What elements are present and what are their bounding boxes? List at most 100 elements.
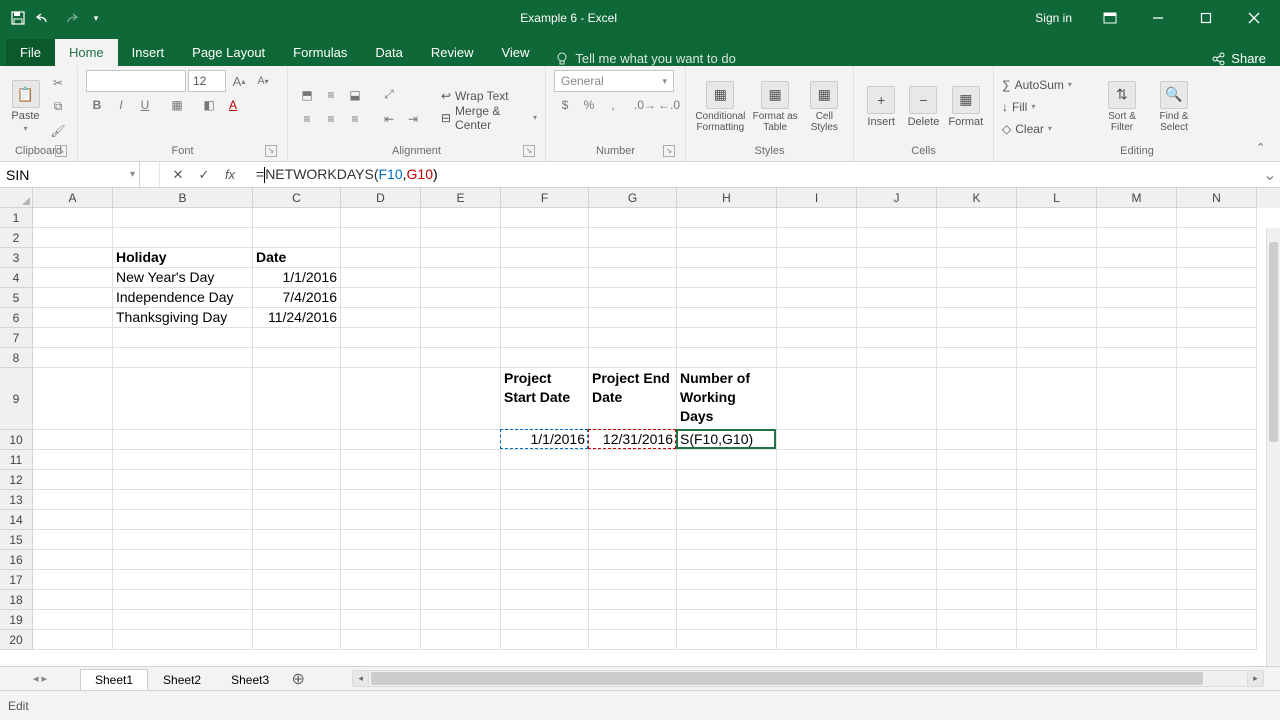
insert-function-icon[interactable]: fx xyxy=(220,165,240,185)
row-header-2[interactable]: 2 xyxy=(0,228,33,248)
row-header-4[interactable]: 4 xyxy=(0,268,33,288)
collapse-ribbon-icon[interactable]: ⌃ xyxy=(1256,141,1272,157)
tab-insert[interactable]: Insert xyxy=(118,39,179,66)
find-select-button[interactable]: 🔍Find & Select xyxy=(1150,81,1198,133)
cell-styles-button[interactable]: ▦Cell Styles xyxy=(804,81,845,133)
row-header-12[interactable]: 12 xyxy=(0,470,33,490)
cells-area[interactable]: HolidayDateNew Year's Day1/1/2016Indepen… xyxy=(33,208,1280,666)
cell-C3[interactable]: Date xyxy=(253,248,341,268)
row-header-3[interactable]: 3 xyxy=(0,248,33,268)
row-header-14[interactable]: 14 xyxy=(0,510,33,530)
font-size-combo[interactable] xyxy=(188,70,226,92)
namebox-dropdown-icon[interactable]: ▾ xyxy=(130,169,135,180)
number-format-combo[interactable]: General▾ xyxy=(554,70,674,92)
horizontal-scrollbar[interactable]: ◂▸ xyxy=(352,670,1264,687)
decrease-decimal-icon[interactable]: ←.0 xyxy=(658,94,680,116)
cell-B3[interactable]: Holiday xyxy=(113,248,253,268)
underline-icon[interactable]: U xyxy=(134,94,156,116)
align-center-icon[interactable]: ≡ xyxy=(320,108,342,130)
shrink-font-icon[interactable]: A▾ xyxy=(252,70,274,92)
col-header-N[interactable]: N xyxy=(1177,188,1257,208)
cell-C5[interactable]: 7/4/2016 xyxy=(253,288,341,308)
col-header-A[interactable]: A xyxy=(33,188,113,208)
row-header-5[interactable]: 5 xyxy=(0,288,33,308)
sort-filter-button[interactable]: ⇅Sort & Filter xyxy=(1098,81,1146,133)
row-header-10[interactable]: 10 xyxy=(0,430,33,450)
col-header-J[interactable]: J xyxy=(857,188,937,208)
format-cells-button[interactable]: ▦Format xyxy=(947,86,985,128)
cell-B6[interactable]: Thanksgiving Day xyxy=(113,308,253,328)
cell-B5[interactable]: Independence Day xyxy=(113,288,253,308)
formula-bar[interactable]: =NETWORKDAYS(F10,G10) xyxy=(248,162,1260,187)
font-color-icon[interactable]: A xyxy=(222,94,244,116)
align-left-icon[interactable]: ≡ xyxy=(296,108,318,130)
fill-color-icon[interactable]: ◧ xyxy=(198,94,220,116)
select-all-button[interactable] xyxy=(0,188,33,208)
enter-formula-icon[interactable]: ✓ xyxy=(194,165,214,185)
row-header-8[interactable]: 8 xyxy=(0,348,33,368)
fill-button[interactable]: ↓Fill ▾ xyxy=(1002,97,1094,117)
format-painter-icon[interactable]: 🖌 xyxy=(47,120,69,142)
paste-button[interactable]: 📋 Paste ▾ xyxy=(8,80,43,133)
orientation-icon[interactable]: ⤢ xyxy=(378,84,400,106)
align-middle-icon[interactable]: ≡ xyxy=(320,84,342,106)
cell-H9[interactable]: Number of Working Days xyxy=(677,368,777,430)
minimize-icon[interactable] xyxy=(1136,3,1180,33)
col-header-H[interactable]: H xyxy=(677,188,777,208)
col-header-L[interactable]: L xyxy=(1017,188,1097,208)
maximize-icon[interactable] xyxy=(1184,3,1228,33)
tab-page-layout[interactable]: Page Layout xyxy=(178,39,279,66)
qat-customize-icon[interactable]: ▾ xyxy=(86,8,106,28)
cancel-formula-icon[interactable]: ✕ xyxy=(168,165,188,185)
copy-icon[interactable]: ⧉ xyxy=(47,96,69,118)
row-header-11[interactable]: 11 xyxy=(0,450,33,470)
col-header-D[interactable]: D xyxy=(341,188,421,208)
col-header-G[interactable]: G xyxy=(589,188,677,208)
clear-button[interactable]: ◇Clear ▾ xyxy=(1002,119,1094,139)
tell-me-search[interactable]: Tell me what you want to do xyxy=(543,51,747,66)
tab-home[interactable]: Home xyxy=(55,39,118,66)
new-sheet-button[interactable]: ⊕ xyxy=(284,667,312,690)
italic-icon[interactable]: I xyxy=(110,94,132,116)
col-header-C[interactable]: C xyxy=(253,188,341,208)
cell-F9[interactable]: Project Start Date xyxy=(501,368,589,430)
bold-icon[interactable]: B xyxy=(86,94,108,116)
signin-link[interactable]: Sign in xyxy=(1023,11,1084,25)
tab-file[interactable]: File xyxy=(6,39,55,66)
cell-G10[interactable]: 12/31/2016 xyxy=(589,430,677,450)
cell-F10[interactable]: 1/1/2016 xyxy=(501,430,589,450)
cell-C6[interactable]: 11/24/2016 xyxy=(253,308,341,328)
undo-icon[interactable] xyxy=(34,8,54,28)
row-header-13[interactable]: 13 xyxy=(0,490,33,510)
number-launcher[interactable]: ↘ xyxy=(663,145,675,157)
format-as-table-button[interactable]: ▦Format as Table xyxy=(751,81,800,133)
delete-cells-button[interactable]: −Delete xyxy=(904,86,942,128)
tab-review[interactable]: Review xyxy=(417,39,488,66)
col-header-M[interactable]: M xyxy=(1097,188,1177,208)
cell-B4[interactable]: New Year's Day xyxy=(113,268,253,288)
borders-icon[interactable]: ▦ xyxy=(166,94,188,116)
sheet-tab-1[interactable]: Sheet1 xyxy=(80,669,148,690)
insert-cells-button[interactable]: +Insert xyxy=(862,86,900,128)
row-header-16[interactable]: 16 xyxy=(0,550,33,570)
close-icon[interactable] xyxy=(1232,3,1276,33)
currency-icon[interactable]: $ xyxy=(554,94,576,116)
align-right-icon[interactable]: ≡ xyxy=(344,108,366,130)
percent-icon[interactable]: % xyxy=(578,94,600,116)
sheet-tab-2[interactable]: Sheet2 xyxy=(148,669,216,690)
clipboard-launcher[interactable]: ↘ xyxy=(55,145,67,157)
row-header-20[interactable]: 20 xyxy=(0,630,33,650)
row-header-7[interactable]: 7 xyxy=(0,328,33,348)
increase-decimal-icon[interactable]: .0→ xyxy=(634,94,656,116)
cell-C4[interactable]: 1/1/2016 xyxy=(253,268,341,288)
font-launcher[interactable]: ↘ xyxy=(265,145,277,157)
sheet-nav[interactable]: ◂ ▸ xyxy=(0,667,80,690)
col-header-F[interactable]: F xyxy=(501,188,589,208)
col-header-I[interactable]: I xyxy=(777,188,857,208)
redo-icon[interactable] xyxy=(60,8,80,28)
col-header-K[interactable]: K xyxy=(937,188,1017,208)
vertical-scrollbar[interactable] xyxy=(1266,228,1280,666)
row-header-18[interactable]: 18 xyxy=(0,590,33,610)
tab-formulas[interactable]: Formulas xyxy=(279,39,361,66)
cut-icon[interactable]: ✂ xyxy=(47,72,69,94)
